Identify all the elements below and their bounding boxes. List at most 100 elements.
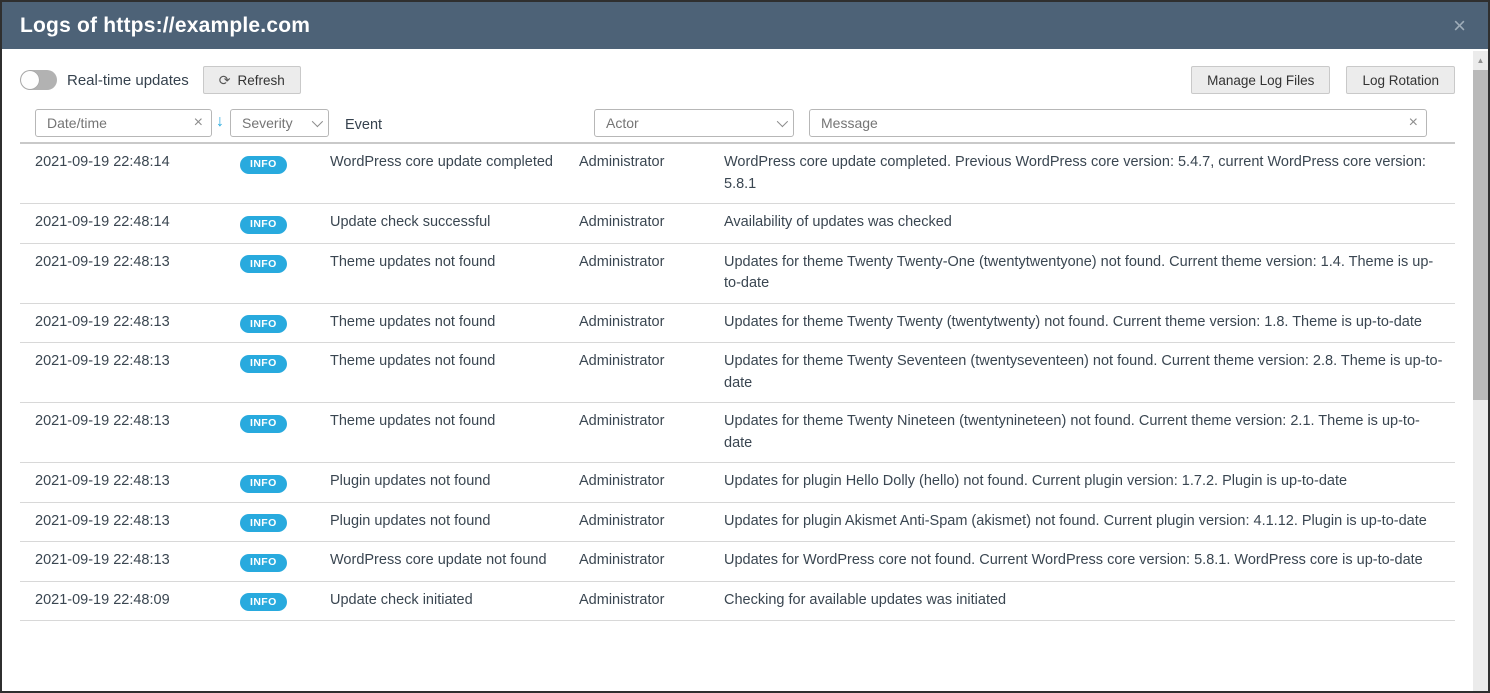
log-message: Availability of updates was checked <box>724 212 1455 234</box>
log-event: Update check successful <box>330 212 579 234</box>
log-message: Updates for WordPress core not found. Cu… <box>724 550 1455 572</box>
log-message: Updates for plugin Hello Dolly (hello) n… <box>724 471 1455 493</box>
severity-badge: INFO <box>240 216 287 234</box>
table-row[interactable]: 2021-09-19 22:48:13 INFO WordPress core … <box>20 542 1455 582</box>
table-row[interactable]: 2021-09-19 22:48:13 INFO Plugin updates … <box>20 503 1455 543</box>
log-actor: Administrator <box>579 511 724 533</box>
log-actor: Administrator <box>579 590 724 612</box>
filter-bar: Date/time × ↓ Severity Event Actor Messa… <box>20 109 1455 137</box>
log-datetime: 2021-09-19 22:48:09 <box>20 590 240 612</box>
table-row[interactable]: 2021-09-19 22:48:13 INFO Theme updates n… <box>20 403 1455 463</box>
toolbar-right: Manage Log Files Log Rotation <box>1191 66 1455 94</box>
toggle-knob <box>21 71 39 89</box>
log-event: Theme updates not found <box>330 411 579 433</box>
log-message: Updates for theme Twenty Seventeen (twen… <box>724 351 1455 394</box>
page-title: Logs of https://example.com <box>20 14 310 38</box>
logs-dialog: { "window": { "title": "Logs of https://… <box>0 0 1490 693</box>
log-severity: INFO <box>240 550 330 573</box>
severity-badge: INFO <box>240 593 287 611</box>
sort-descending-icon[interactable]: ↓ <box>216 113 224 131</box>
message-filter-input[interactable]: Message × <box>809 109 1427 137</box>
log-actor: Administrator <box>579 471 724 493</box>
severity-filter-placeholder: Severity <box>242 115 306 131</box>
log-actor: Administrator <box>579 550 724 572</box>
severity-badge: INFO <box>240 514 287 532</box>
manage-log-files-button[interactable]: Manage Log Files <box>1191 66 1330 94</box>
log-message: Updates for theme Twenty Nineteen (twent… <box>724 411 1455 454</box>
severity-badge: INFO <box>240 415 287 433</box>
severity-badge: INFO <box>240 156 287 174</box>
log-actor: Administrator <box>579 252 724 274</box>
log-actor: Administrator <box>579 312 724 334</box>
datetime-clear-icon[interactable]: × <box>194 115 203 131</box>
chevron-down-icon <box>777 116 788 127</box>
log-datetime: 2021-09-19 22:48:14 <box>20 212 240 234</box>
close-icon[interactable]: × <box>1449 15 1470 37</box>
scrollbar-thumb[interactable] <box>1473 70 1488 400</box>
log-datetime: 2021-09-19 22:48:13 <box>20 550 240 572</box>
table-row[interactable]: 2021-09-19 22:48:13 INFO Theme updates n… <box>20 244 1455 304</box>
log-event: WordPress core update not found <box>330 550 579 572</box>
severity-badge: INFO <box>240 355 287 373</box>
log-datetime: 2021-09-19 22:48:13 <box>20 252 240 274</box>
log-event: Plugin updates not found <box>330 511 579 533</box>
log-severity: INFO <box>240 590 330 613</box>
log-event: Theme updates not found <box>330 351 579 373</box>
refresh-button[interactable]: ⟳ Refresh <box>203 66 301 94</box>
log-event: Theme updates not found <box>330 312 579 334</box>
refresh-icon: ⟳ <box>219 72 231 89</box>
vertical-scrollbar[interactable]: ▲ <box>1473 51 1488 691</box>
log-actor: Administrator <box>579 152 724 174</box>
severity-badge: INFO <box>240 554 287 572</box>
table-row[interactable]: 2021-09-19 22:48:14 INFO Update check su… <box>20 204 1455 244</box>
actor-filter-placeholder: Actor <box>606 115 771 131</box>
log-datetime: 2021-09-19 22:48:13 <box>20 411 240 433</box>
severity-badge: INFO <box>240 255 287 273</box>
datetime-filter-placeholder: Date/time <box>47 115 188 131</box>
manage-log-files-label: Manage Log Files <box>1207 73 1314 88</box>
log-severity: INFO <box>240 411 330 434</box>
table-row[interactable]: 2021-09-19 22:48:14 INFO WordPress core … <box>20 144 1455 204</box>
message-filter-placeholder: Message <box>821 115 1403 131</box>
log-severity: INFO <box>240 212 330 235</box>
table-row[interactable]: 2021-09-19 22:48:13 INFO Theme updates n… <box>20 304 1455 344</box>
log-datetime: 2021-09-19 22:48:13 <box>20 471 240 493</box>
log-datetime: 2021-09-19 22:48:13 <box>20 511 240 533</box>
log-severity: INFO <box>240 471 330 494</box>
log-datetime: 2021-09-19 22:48:13 <box>20 351 240 373</box>
log-severity: INFO <box>240 351 330 374</box>
actor-filter-select[interactable]: Actor <box>594 109 794 137</box>
severity-filter-select[interactable]: Severity <box>230 109 329 137</box>
log-message: Checking for available updates was initi… <box>724 590 1455 612</box>
refresh-button-label: Refresh <box>237 73 284 88</box>
log-message: Updates for theme Twenty Twenty-One (twe… <box>724 252 1455 295</box>
log-rotation-label: Log Rotation <box>1362 73 1439 88</box>
log-table: 2021-09-19 22:48:14 INFO WordPress core … <box>20 144 1455 621</box>
toolbar: Real-time updates ⟳ Refresh Manage Log F… <box>2 49 1488 95</box>
event-column-header: Event <box>345 117 382 133</box>
severity-badge: INFO <box>240 315 287 333</box>
table-row[interactable]: 2021-09-19 22:48:13 INFO Plugin updates … <box>20 463 1455 503</box>
log-actor: Administrator <box>579 351 724 373</box>
log-severity: INFO <box>240 152 330 175</box>
log-severity: INFO <box>240 312 330 335</box>
log-severity: INFO <box>240 252 330 275</box>
message-clear-icon[interactable]: × <box>1409 115 1418 131</box>
log-event: Plugin updates not found <box>330 471 579 493</box>
table-row[interactable]: 2021-09-19 22:48:09 INFO Update check in… <box>20 582 1455 622</box>
datetime-filter-input[interactable]: Date/time × <box>35 109 212 137</box>
realtime-updates-label: Real-time updates <box>67 72 189 89</box>
log-message: Updates for plugin Akismet Anti-Spam (ak… <box>724 511 1455 533</box>
log-severity: INFO <box>240 511 330 534</box>
log-event: WordPress core update completed <box>330 152 579 174</box>
table-row[interactable]: 2021-09-19 22:48:13 INFO Theme updates n… <box>20 343 1455 403</box>
realtime-updates-toggle[interactable] <box>20 70 57 90</box>
dialog-titlebar: Logs of https://example.com × <box>2 2 1488 49</box>
log-message: WordPress core update completed. Previou… <box>724 152 1455 195</box>
scroll-up-icon[interactable]: ▲ <box>1473 53 1488 68</box>
log-actor: Administrator <box>579 411 724 433</box>
log-event: Update check initiated <box>330 590 579 612</box>
log-datetime: 2021-09-19 22:48:14 <box>20 152 240 174</box>
log-rotation-button[interactable]: Log Rotation <box>1346 66 1455 94</box>
severity-badge: INFO <box>240 475 287 493</box>
